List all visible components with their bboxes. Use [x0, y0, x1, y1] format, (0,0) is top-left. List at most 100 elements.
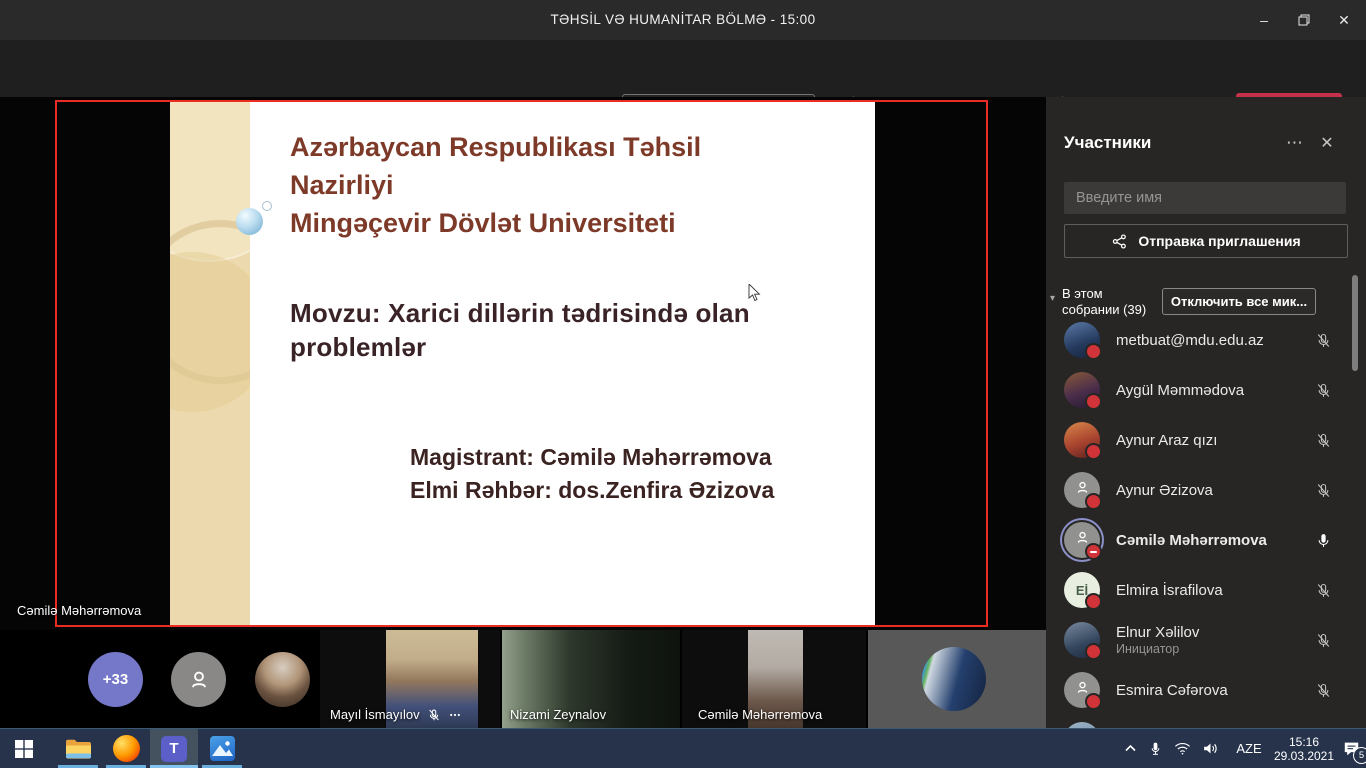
- avatar: [1064, 622, 1100, 658]
- file-explorer-button[interactable]: [54, 729, 102, 768]
- mic-icon: [1148, 741, 1163, 756]
- meeting-title: TƏHSİL VƏ HUMANİTAR BÖLMƏ - 15:00: [0, 0, 1366, 40]
- teams-icon: T: [161, 736, 187, 762]
- tray-language-button[interactable]: AZE: [1228, 729, 1270, 768]
- tray-expand-button[interactable]: [1118, 729, 1142, 768]
- mouse-cursor: [748, 284, 762, 303]
- participant-name: Elmira İsrafilova: [1116, 582, 1223, 599]
- participant-row[interactable]: Aynur Əzizova: [1046, 465, 1366, 515]
- firefox-button[interactable]: [102, 729, 150, 768]
- wifi-icon: [1174, 741, 1191, 756]
- participant-row[interactable]: [1046, 715, 1366, 728]
- mic-status-icon[interactable]: [1315, 582, 1332, 599]
- panel-more-button[interactable]: ⋯: [1282, 130, 1308, 156]
- slide-sphere-decoration: [236, 208, 263, 235]
- participant-role: Инициатор: [1116, 642, 1199, 656]
- mic-status-icon[interactable]: [1315, 632, 1332, 649]
- tile-name: Mayıl İsmayılov: [330, 707, 420, 722]
- share-invite-icon: [1111, 233, 1128, 250]
- status-badge: [1085, 543, 1102, 560]
- participant-row[interactable]: Esmira Cəfərova: [1046, 665, 1366, 715]
- avatar: [1064, 672, 1100, 708]
- shared-slide: Azərbaycan Respublikası Təhsil Nazirliyi…: [170, 102, 875, 625]
- panel-title: Участники: [1064, 133, 1151, 153]
- avatar: [1064, 322, 1100, 358]
- more-icon[interactable]: [448, 708, 462, 722]
- video-tile[interactable]: Nizami Zeynalov: [502, 630, 680, 728]
- titlebar: TƏHSİL VƏ HUMANİTAR BÖLMƏ - 15:00 – ✕: [0, 0, 1366, 40]
- video-tile[interactable]: Cəmilə Məhərrəmova: [682, 630, 866, 728]
- participant-row[interactable]: Aygül Məmmədova: [1046, 365, 1366, 415]
- photos-icon: [210, 736, 235, 761]
- avatar: [1064, 372, 1100, 408]
- participant-name: Esmira Cəfərova: [1116, 682, 1228, 699]
- start-button[interactable]: [0, 729, 48, 768]
- status-badge: [1085, 443, 1102, 460]
- avatar-tile[interactable]: [868, 630, 1046, 728]
- status-badge: [1085, 593, 1102, 610]
- participant-name: Elnur Xəlilov: [1116, 624, 1199, 641]
- slide-decoration-band: [170, 102, 250, 625]
- avatar: [1064, 422, 1100, 458]
- tray-time: 15:16: [1289, 735, 1319, 749]
- participant-row[interactable]: metbuat@mdu.edu.az: [1046, 315, 1366, 365]
- in-meeting-count-label: В этом собрании (39): [1062, 286, 1162, 317]
- participant-photo-avatar: [922, 647, 986, 711]
- send-invite-button[interactable]: Отправка приглашения: [1064, 224, 1348, 258]
- participant-name: Aygül Məmmədova: [1116, 382, 1244, 399]
- participant-row[interactable]: Cəmilə Məhərrəmova: [1046, 515, 1366, 565]
- action-center-button[interactable]: 5: [1336, 729, 1366, 768]
- participant-row[interactable]: Eİ Elmira İsrafilova: [1046, 565, 1366, 615]
- chevron-down-icon[interactable]: ▾: [1050, 293, 1055, 304]
- meeting-stage: Azərbaycan Respublikası Təhsil Nazirliyi…: [0, 97, 1046, 630]
- participant-row[interactable]: Elnur Xəlilov Инициатор: [1046, 615, 1366, 665]
- tray-date: 29.03.2021: [1274, 749, 1334, 763]
- teams-meeting-window: TƏHSİL VƏ HUMANİTAR BÖLMƏ - 15:00 – ✕ --…: [0, 0, 1366, 768]
- participant-name: metbuat@mdu.edu.az: [1116, 332, 1264, 349]
- avatar: Eİ: [1064, 572, 1100, 608]
- tray-wifi-button[interactable]: [1168, 729, 1196, 768]
- close-button[interactable]: ✕: [1324, 0, 1364, 40]
- minimize-button[interactable]: –: [1244, 0, 1284, 40]
- status-badge: [1085, 493, 1102, 510]
- mic-status-icon[interactable]: [1315, 432, 1332, 449]
- meeting-toolbar: --:-- Запросить управление: [0, 40, 1366, 97]
- windows-taskbar: T: [0, 728, 1366, 768]
- participant-avatar[interactable]: [255, 652, 310, 707]
- panel-scrollbar[interactable]: [1352, 275, 1358, 371]
- teams-button[interactable]: T: [150, 729, 198, 768]
- mic-off-icon: [427, 708, 441, 722]
- close-icon: ✕: [1320, 133, 1333, 153]
- participant-row[interactable]: Aynur Araz qızı: [1046, 415, 1366, 465]
- overflow-participants-badge[interactable]: +33: [88, 652, 143, 707]
- mute-all-button[interactable]: Отключить все мик...: [1162, 288, 1316, 315]
- avatar: [1064, 472, 1100, 508]
- maximize-button[interactable]: [1284, 0, 1324, 40]
- chevron-up-icon: [1124, 742, 1137, 755]
- participant-avatar[interactable]: [171, 652, 226, 707]
- panel-close-button[interactable]: ✕: [1314, 130, 1340, 156]
- status-badge: [1085, 393, 1102, 410]
- notification-count-badge: 5: [1353, 747, 1366, 764]
- participant-name: Aynur Əzizova: [1116, 482, 1213, 499]
- photos-button[interactable]: [198, 729, 246, 768]
- participant-name: Aynur Araz qızı: [1116, 432, 1217, 449]
- mic-status-icon[interactable]: [1315, 682, 1332, 699]
- tray-mic-button[interactable]: [1142, 729, 1168, 768]
- slide-title: Azərbaycan Respublikası Təhsil Nazirliyi…: [290, 128, 760, 242]
- slide-topic: Movzu: Xarici dillərin tədrisində olan p…: [290, 296, 780, 364]
- slide-ring-decoration: [262, 201, 272, 211]
- status-badge: [1085, 693, 1102, 710]
- presenter-name-label: Cəmilə Məhərrəmova: [17, 603, 141, 618]
- mic-status-icon[interactable]: [1315, 532, 1332, 549]
- windows-logo-icon: [15, 740, 33, 758]
- mic-status-icon[interactable]: [1315, 382, 1332, 399]
- mic-status-icon[interactable]: [1315, 482, 1332, 499]
- tile-name: Cəmilə Məhərrəmova: [698, 707, 822, 722]
- participant-list: metbuat@mdu.edu.az Aygül Məmmədova Aynur…: [1046, 315, 1366, 728]
- mic-status-icon[interactable]: [1315, 332, 1332, 349]
- video-tile[interactable]: Mayıl İsmayılov: [320, 630, 500, 728]
- tray-clock[interactable]: 15:16 29.03.2021: [1272, 729, 1336, 768]
- tray-volume-button[interactable]: [1196, 729, 1224, 768]
- search-name-input[interactable]: [1064, 182, 1346, 214]
